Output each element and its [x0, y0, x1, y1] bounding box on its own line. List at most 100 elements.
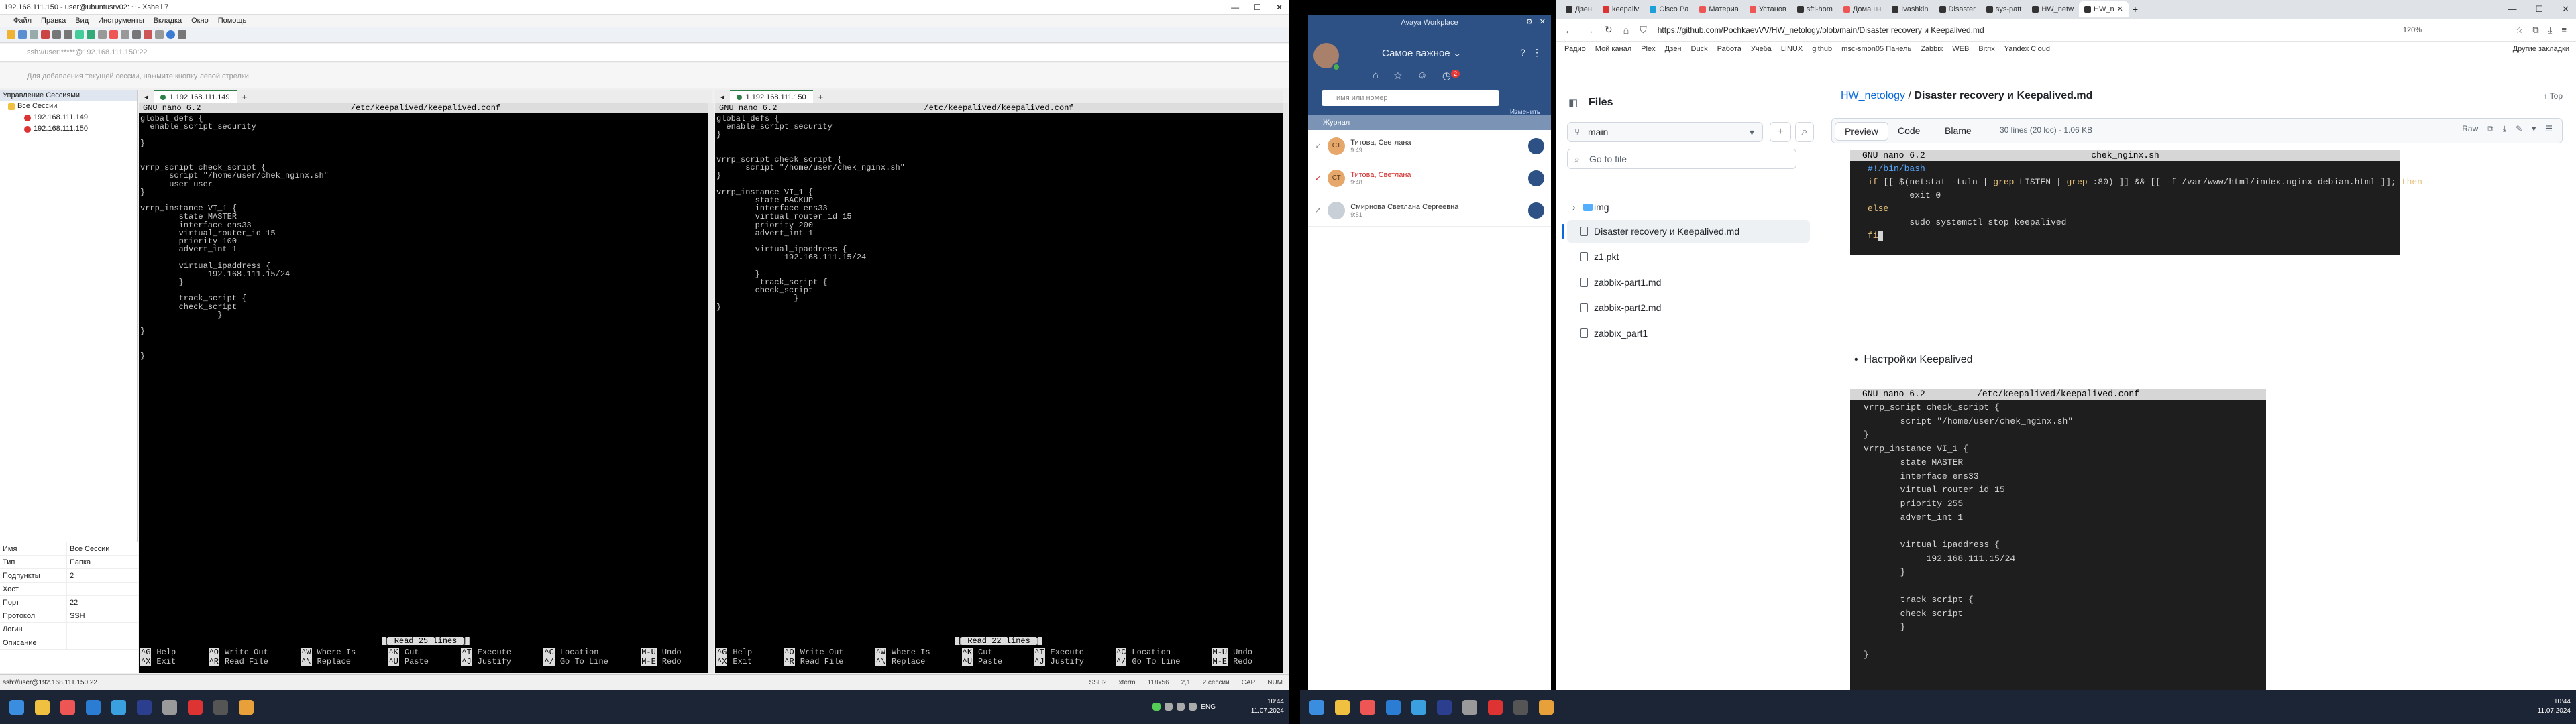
browser-tab[interactable]: Установ	[1744, 1, 1792, 17]
disconnect-icon[interactable]	[41, 30, 50, 39]
terminal-icon[interactable]	[1513, 700, 1528, 715]
menu-tools[interactable]: Инструменты	[98, 15, 144, 27]
top-link[interactable]: ↑ Top	[2544, 91, 2563, 101]
close-icon[interactable]: ✕	[2562, 4, 2569, 15]
home-icon[interactable]: ⌂	[1623, 25, 1629, 36]
star-icon[interactable]: ☆	[2516, 25, 2524, 36]
tab-preview[interactable]: Preview	[1835, 122, 1888, 141]
download-icon[interactable]: ⤓	[2548, 25, 2553, 36]
call-row[interactable]: ↙ СТ Титова, Светлана 9:48	[1308, 162, 1551, 194]
menu-tab[interactable]: Вкладка	[154, 15, 182, 27]
terminal-pane-149[interactable]: ◂ 1 192.168.111.149 + GNU nano 6.2/etc/k…	[139, 90, 712, 673]
bookmark[interactable]: Радио	[1564, 45, 1586, 53]
browser-tab[interactable]: Cisco Pa	[1644, 1, 1694, 17]
dialpad-icon[interactable]: ⋮	[1532, 47, 1542, 58]
folder-icon[interactable]	[239, 700, 254, 715]
copy-icon[interactable]	[52, 30, 61, 39]
download-icon[interactable]: ⤓	[2503, 124, 2506, 134]
browser-tab[interactable]: keepaliv	[1597, 1, 1644, 17]
windows-start-icon[interactable]	[1309, 700, 1324, 715]
tray-icon[interactable]	[1165, 703, 1173, 711]
font-icon[interactable]	[98, 30, 107, 39]
minimize-icon[interactable]: —	[2508, 4, 2516, 15]
add-tab-icon[interactable]: +	[818, 92, 824, 102]
menu-edit[interactable]: Правка	[41, 15, 66, 27]
new-session-icon[interactable]	[7, 30, 15, 39]
word-icon[interactable]	[137, 700, 152, 715]
language-indicator[interactable]: ENG	[1201, 703, 1216, 711]
lock-icon[interactable]	[121, 30, 129, 39]
clock[interactable]: 10:44 11.07.2024	[2538, 697, 2571, 716]
bookmark[interactable]: Duck	[1691, 45, 1708, 53]
breadcrumb-repo[interactable]: HW_netology	[1841, 90, 1905, 101]
browser-tab[interactable]: sys-patt	[1981, 1, 2027, 17]
open-icon[interactable]	[18, 30, 27, 39]
minimize-icon[interactable]: —	[1231, 0, 1239, 15]
tree-all-sessions[interactable]: Все Сессии	[0, 101, 137, 112]
explorer-icon[interactable]	[35, 700, 50, 715]
branch-selector[interactable]: ⑂ main ▾	[1567, 122, 1763, 142]
star-icon[interactable]: ☆	[1393, 70, 1402, 82]
app-icon[interactable]	[162, 700, 177, 715]
add-tab-icon[interactable]: +	[242, 92, 248, 102]
home-icon[interactable]: ⌂	[1373, 70, 1379, 82]
bookmark[interactable]: Bitrix	[1978, 45, 1994, 53]
call-button[interactable]	[1528, 170, 1544, 186]
file-item-folder[interactable]: › img	[1567, 196, 1810, 219]
bookmark[interactable]: Работа	[1717, 45, 1741, 53]
word-icon[interactable]	[1437, 700, 1452, 715]
terminal-icon[interactable]	[213, 700, 228, 715]
globe-icon[interactable]	[75, 30, 84, 39]
telegram-icon[interactable]	[111, 700, 126, 715]
pin-icon[interactable]: ◂	[720, 93, 724, 101]
outlook-icon[interactable]	[1386, 700, 1401, 715]
reload-icon[interactable]: ↻	[1605, 24, 1613, 36]
scrollbar[interactable]	[708, 103, 714, 673]
url-bar[interactable]: https://github.com/PochkaevVV/HW_netolog…	[1658, 25, 1984, 35]
firefox-icon[interactable]	[60, 700, 75, 715]
forward-icon[interactable]: →	[1585, 25, 1594, 36]
outlook-icon[interactable]	[86, 700, 101, 715]
other-bookmarks[interactable]: Другие закладки	[2513, 45, 2569, 53]
browser-tab[interactable]: Ivashkin	[1886, 1, 1933, 17]
list-icon[interactable]: ☰	[2545, 124, 2553, 134]
telegram-icon[interactable]	[1411, 700, 1426, 715]
layout-icon[interactable]	[155, 30, 164, 39]
scrollbar[interactable]	[1283, 103, 1288, 673]
menu-window[interactable]: Окно	[191, 15, 209, 27]
network-icon[interactable]	[1177, 703, 1185, 711]
extension-icon[interactable]: ⧉	[2532, 25, 2538, 36]
bookmark[interactable]: Мой канал	[1595, 45, 1631, 53]
help-icon[interactable]: ?	[1520, 47, 1525, 58]
help-icon[interactable]	[166, 30, 175, 39]
tab-code[interactable]: Code	[1888, 122, 1929, 141]
file-item[interactable]: z1.pkt	[1567, 245, 1810, 268]
zoom-level[interactable]: 120%	[2403, 26, 2422, 34]
connect-icon[interactable]	[30, 30, 38, 39]
session-tab-149[interactable]: 1 192.168.111.149	[153, 90, 237, 103]
color-icon[interactable]	[87, 30, 95, 39]
browser-tab[interactable]: Материа	[1694, 1, 1744, 17]
file-item[interactable]: zabbix-part2.md	[1567, 296, 1810, 319]
shield-icon[interactable]: ⛉	[1640, 24, 1647, 36]
nano-content[interactable]: global_defs { enable_script_security } v…	[715, 115, 1283, 311]
maximize-icon[interactable]: ☐	[1254, 0, 1261, 15]
bookmark[interactable]: msc-smon05 Панель	[1841, 45, 1911, 53]
options-icon[interactable]	[178, 30, 186, 39]
nano-content[interactable]: global_defs { enable_script_security } v…	[139, 115, 712, 360]
terminal-pane-150[interactable]: ◂ 1 192.168.111.150 + GNU nano 6.2/etc/k…	[715, 90, 1283, 673]
add-file-button[interactable]: +	[1770, 122, 1791, 142]
filter-dropdown[interactable]: Самое важное ⌄	[1382, 47, 1461, 59]
pin-icon[interactable]: ◂	[144, 93, 148, 101]
xshell-icon[interactable]	[1488, 700, 1503, 715]
close-tab-icon[interactable]: ✕	[2117, 1, 2123, 17]
tray-icon[interactable]	[1152, 703, 1161, 711]
explorer-icon[interactable]	[1335, 700, 1350, 715]
file-item[interactable]: zabbix_part1	[1567, 322, 1810, 345]
browser-tab[interactable]: sftl-hom	[1792, 1, 1838, 17]
bookmark[interactable]: Plex	[1641, 45, 1655, 53]
sidebar-collapse-icon[interactable]: ◧	[1568, 97, 1578, 109]
folder-icon[interactable]	[1539, 700, 1554, 715]
bookmark[interactable]: Zabbix	[1921, 45, 1943, 53]
close-icon[interactable]: ✕	[1540, 17, 1546, 26]
